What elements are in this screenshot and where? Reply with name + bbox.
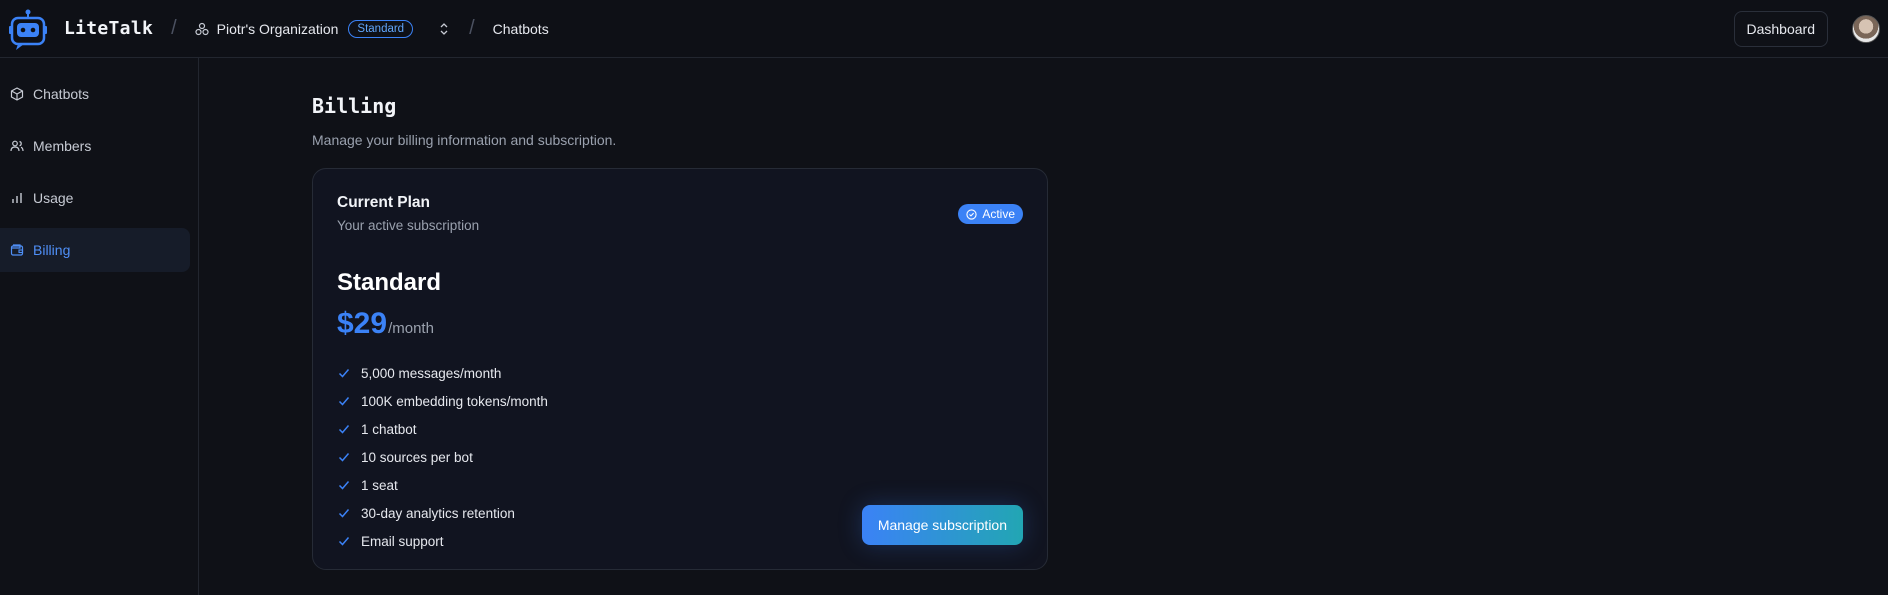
sidebar-item-label: Billing <box>33 242 71 258</box>
plan-price: $29 /month <box>337 307 434 341</box>
feature-list: 5,000 messages/month 100K embedding toke… <box>337 359 548 555</box>
organization-name: Piotr's Organization <box>216 20 339 37</box>
sidebar-item-chatbots[interactable]: Chatbots <box>0 72 190 116</box>
list-item: 10 sources per bot <box>337 443 548 471</box>
main-content: Billing Manage your billing information … <box>312 58 1048 570</box>
plan-name: Standard <box>337 269 442 296</box>
wallet-icon <box>10 244 24 256</box>
check-icon <box>338 397 350 406</box>
sidebar: Chatbots Members Usage Billing <box>0 58 199 595</box>
feature-label: 1 seat <box>361 477 398 493</box>
sidebar-item-usage[interactable]: Usage <box>0 176 190 220</box>
breadcrumb-separator: / <box>469 17 475 39</box>
check-icon <box>338 537 350 546</box>
feature-label: Email support <box>361 533 444 549</box>
dashboard-button[interactable]: Dashboard <box>1733 10 1828 47</box>
feature-label: 30-day analytics retention <box>361 505 515 521</box>
check-circle-icon <box>966 208 977 220</box>
current-plan-card: Current Plan Your active subscription Ac… <box>312 168 1048 570</box>
status-label: Active <box>982 207 1015 221</box>
list-item: 1 seat <box>337 471 548 499</box>
robot-logo-icon <box>9 9 47 50</box>
check-icon <box>338 425 350 434</box>
plan-badge: Standard <box>348 19 414 38</box>
feature-label: 100K embedding tokens/month <box>361 393 548 409</box>
top-bar: LiteTalk / Piotr's Organization Standard… <box>0 0 1888 58</box>
check-icon <box>338 453 350 462</box>
sidebar-item-members[interactable]: Members <box>0 124 190 168</box>
status-badge: Active <box>958 204 1023 224</box>
organization-selector[interactable]: Piotr's Organization Standard <box>195 19 414 38</box>
breadcrumb-current[interactable]: Chatbots <box>493 21 549 37</box>
sidebar-item-label: Chatbots <box>33 86 90 102</box>
users-icon <box>10 140 24 152</box>
feature-label: 5,000 messages/month <box>361 365 502 381</box>
sidebar-item-billing[interactable]: Billing <box>0 228 190 272</box>
feature-label: 1 chatbot <box>361 421 417 437</box>
sidebar-item-label: Usage <box>33 190 74 206</box>
list-item: 100K embedding tokens/month <box>337 387 548 415</box>
sidebar-item-label: Members <box>33 138 92 154</box>
price-unit: /month <box>388 320 434 337</box>
card-subtitle: Your active subscription <box>337 218 480 233</box>
check-icon <box>338 369 350 378</box>
page-title: Billing <box>312 94 397 118</box>
brand-name: LiteTalk <box>64 18 154 39</box>
logo[interactable]: LiteTalk <box>8 7 153 51</box>
list-item: 1 chatbot <box>337 415 548 443</box>
price-amount: $29 <box>337 307 388 340</box>
check-icon <box>338 481 350 490</box>
avatar[interactable] <box>1852 14 1880 43</box>
bar-chart-icon <box>12 193 22 203</box>
feature-label: 10 sources per bot <box>361 449 473 465</box>
breadcrumb-separator: / <box>171 17 177 39</box>
cube-icon <box>10 87 24 101</box>
check-icon <box>338 509 350 518</box>
list-item: 5,000 messages/month <box>337 359 548 387</box>
list-item: Email support <box>337 527 548 555</box>
list-item: 30-day analytics retention <box>337 499 548 527</box>
page-subtitle: Manage your billing information and subs… <box>312 132 617 148</box>
organization-icon <box>195 22 209 35</box>
card-title: Current Plan <box>337 194 431 211</box>
chevron-up-down-icon[interactable] <box>437 22 451 36</box>
manage-subscription-button[interactable]: Manage subscription <box>861 505 1023 545</box>
